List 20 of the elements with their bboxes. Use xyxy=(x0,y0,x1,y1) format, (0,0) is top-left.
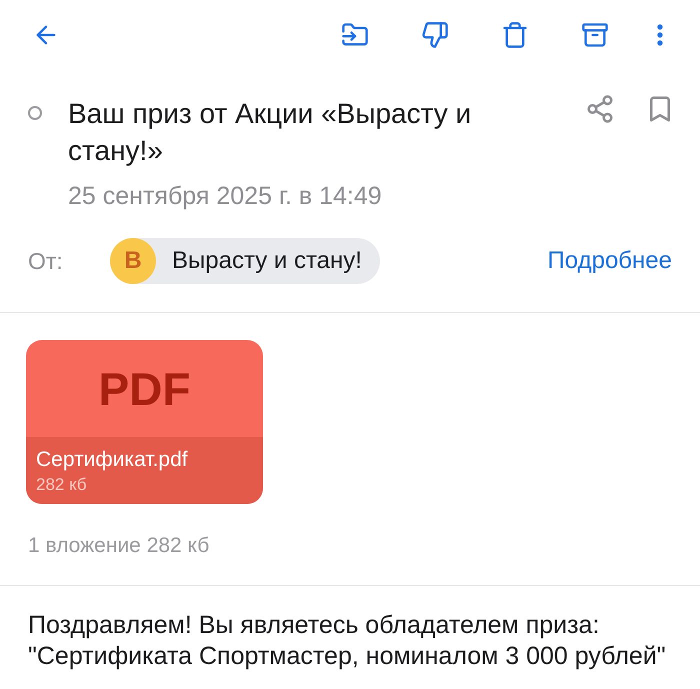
message-date: 25 сентября 2025 г. в 14:49 xyxy=(68,181,382,211)
more-vertical-icon xyxy=(657,24,663,46)
read-status-icon[interactable] xyxy=(28,106,42,120)
from-label: От: xyxy=(28,246,64,276)
body-text-line: Поздравляем! Вы являетесь обладателем приза: xyxy=(28,610,600,641)
file-type-label: PDF xyxy=(98,366,190,412)
thumbs-down-icon xyxy=(421,21,449,49)
message-title: Ваш приз от Акции «Вырасту и стану!» xyxy=(68,97,472,168)
body-text-line: "Сертификата Спортмастер, номиналом 3 000 рублей" xyxy=(28,641,666,672)
sender-avatar: В xyxy=(110,238,156,284)
attachments-summary: 1 вложение 282 кб xyxy=(28,534,210,558)
attachment-card[interactable]: PDF Сертификат.pdf 282 кб xyxy=(26,340,263,504)
archive-icon xyxy=(581,21,609,49)
attachment-size: 282 кб xyxy=(36,474,87,496)
details-link[interactable]: Подробнее xyxy=(548,243,672,279)
sender-chip[interactable]: В Вырасту и стану! xyxy=(110,238,380,284)
share-icon xyxy=(585,94,615,124)
sender-name: Вырасту и стану! xyxy=(172,246,362,276)
attachment-name: Сертификат.pdf xyxy=(36,447,188,473)
trash-icon xyxy=(501,21,529,49)
